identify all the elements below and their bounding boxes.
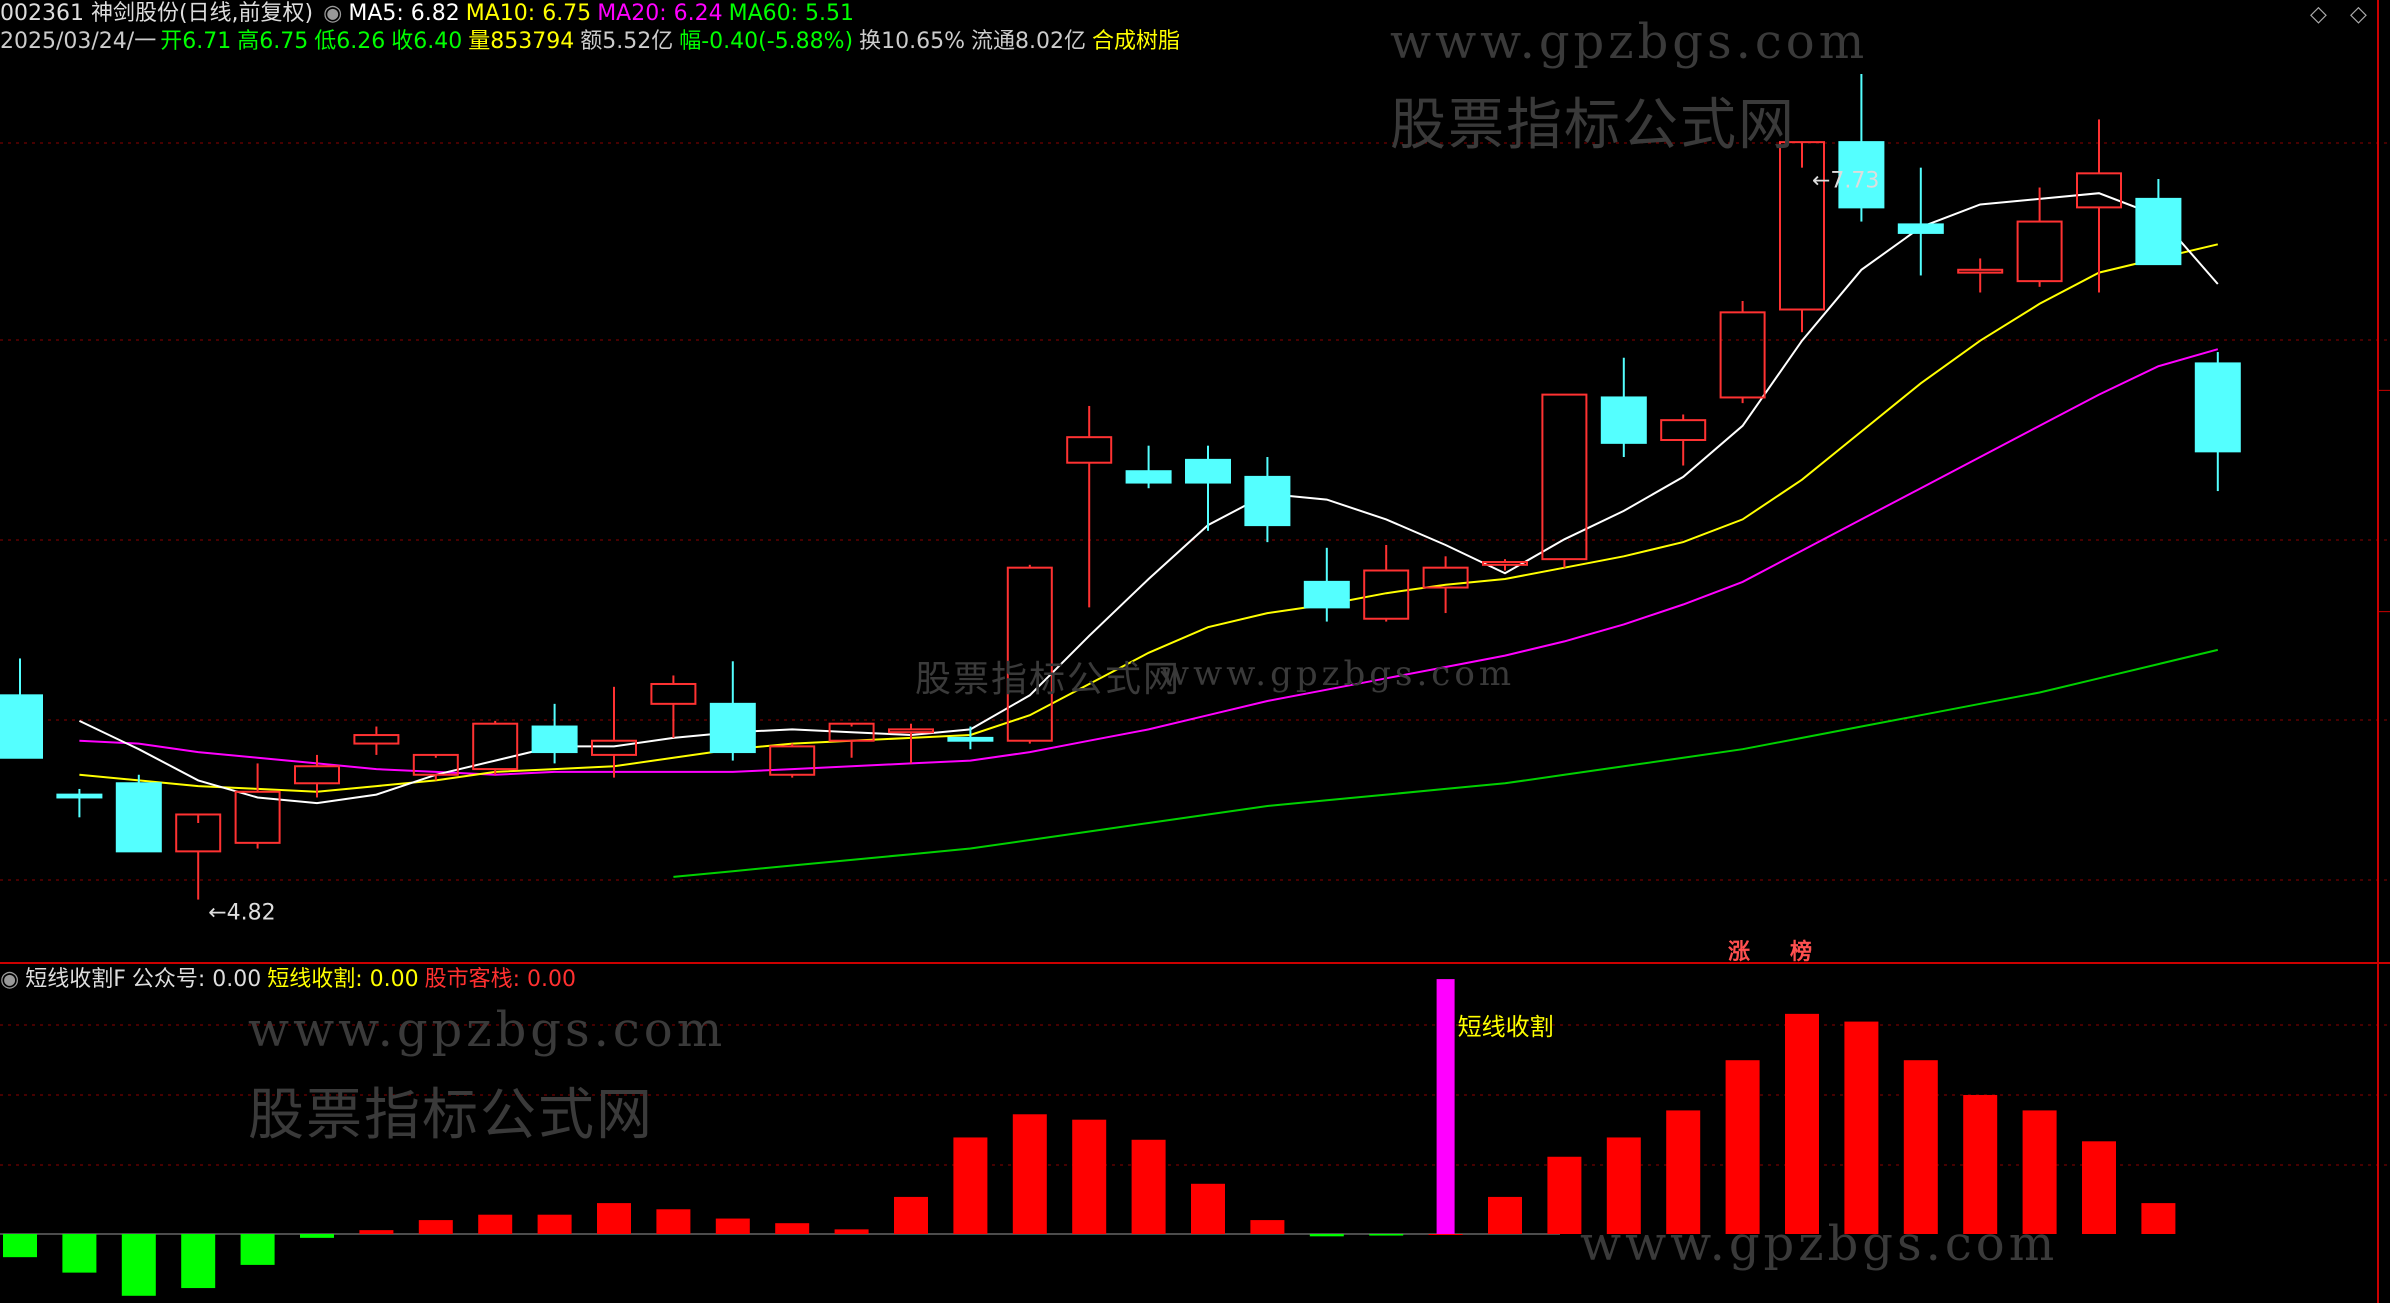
- indicator-bar: [1250, 1220, 1285, 1234]
- candle-up: [2016, 220, 2063, 283]
- candle-up: [650, 682, 697, 705]
- ma20-line: [79, 348, 2219, 776]
- indicator-bar: [1072, 1119, 1107, 1234]
- candle-down: [1244, 475, 1291, 527]
- candle-down: [1303, 580, 1350, 609]
- indicator-bar: [359, 1230, 394, 1234]
- indicator-bar: [1191, 1183, 1225, 1234]
- watermark-url-bottom: www.gpzbgs.com: [1580, 1216, 2059, 1272]
- candle-up: [2076, 172, 2122, 209]
- candle-up: [1363, 569, 1410, 620]
- indicator-bar: [2141, 1203, 2176, 1234]
- signal-bar: [1436, 979, 1455, 1234]
- indicator-bar: [1131, 1139, 1166, 1234]
- indicator-bar: [1844, 1021, 1879, 1234]
- candle-down: [115, 782, 162, 853]
- indicator-bar: [1488, 1196, 1522, 1234]
- indicator-bar: [834, 1229, 869, 1234]
- ma10-line: [79, 243, 2219, 793]
- indicator-bar: [2082, 1141, 2116, 1234]
- candle-down: [1600, 396, 1647, 444]
- indicator-bar: [1785, 1013, 1819, 1234]
- candle-down: [1897, 223, 1944, 234]
- indicator-bar: [1012, 1114, 1047, 1234]
- watermark-cn-center: 股票指标公式网: [915, 659, 1182, 700]
- watermark-cn-lower: 股票指标公式网: [248, 1083, 654, 1148]
- candle-up: [1541, 393, 1588, 561]
- indicator-bar: [62, 1234, 97, 1273]
- watermark-url-center: www.gpzbgs.com: [1160, 654, 1516, 694]
- candle-up: [1957, 268, 2004, 274]
- watermark-url: www.gpzbgs.com: [1390, 14, 1869, 70]
- indicator-bar: [418, 1220, 453, 1234]
- candle-up: [353, 734, 400, 745]
- indicator-bar: [478, 1214, 513, 1234]
- candle-down: [56, 793, 103, 799]
- candle-down: [947, 736, 994, 742]
- indicator-bar: [1903, 1060, 1938, 1234]
- candle-down: [531, 725, 578, 754]
- indicator-bar: [121, 1234, 156, 1296]
- indicator-bar: [1369, 1234, 1404, 1236]
- indicator-bar: [1725, 1060, 1760, 1234]
- candle-down: [0, 694, 43, 759]
- indicator-bar: [300, 1234, 334, 1238]
- candle-down: [709, 702, 756, 754]
- indicator-bar: [656, 1209, 691, 1234]
- indicator-bar: [181, 1234, 216, 1289]
- ma5-line: [78, 192, 2219, 805]
- indicator-bar: [597, 1203, 631, 1234]
- low-price-label: ←4.82: [208, 901, 275, 926]
- indicator-bar: [953, 1137, 988, 1234]
- indicator-bar: [240, 1234, 275, 1265]
- candle-up: [888, 728, 934, 734]
- candle-down: [1125, 470, 1172, 484]
- candle-down: [1185, 458, 1231, 484]
- signal-label: 短线收割: [1458, 1013, 1554, 1041]
- indicator-bar: [537, 1214, 572, 1234]
- candle-up: [472, 722, 519, 771]
- indicator-bar: [1428, 1234, 1463, 1235]
- candle-up: [294, 765, 340, 785]
- indicator-bar: [775, 1223, 810, 1234]
- indicator-bar: [894, 1196, 928, 1234]
- candle-down: [2135, 197, 2182, 266]
- high-price-label: ←7.73: [1812, 169, 1879, 194]
- indicator-bar: [3, 1234, 37, 1258]
- indicator-bar: [1309, 1234, 1344, 1237]
- candle-up: [1719, 311, 1766, 399]
- indicator-bar: [1963, 1094, 1998, 1234]
- watermark-url-lower: www.gpzbgs.com: [248, 1002, 727, 1058]
- indicator-bar: [1547, 1156, 1582, 1234]
- candle-up: [591, 739, 637, 756]
- indicator-bar: [715, 1218, 750, 1234]
- candle-up: [1066, 436, 1113, 464]
- watermark-cn: 股票指标公式网: [1390, 93, 1796, 158]
- candle-up: [1660, 419, 1707, 442]
- candle-down: [2194, 362, 2241, 453]
